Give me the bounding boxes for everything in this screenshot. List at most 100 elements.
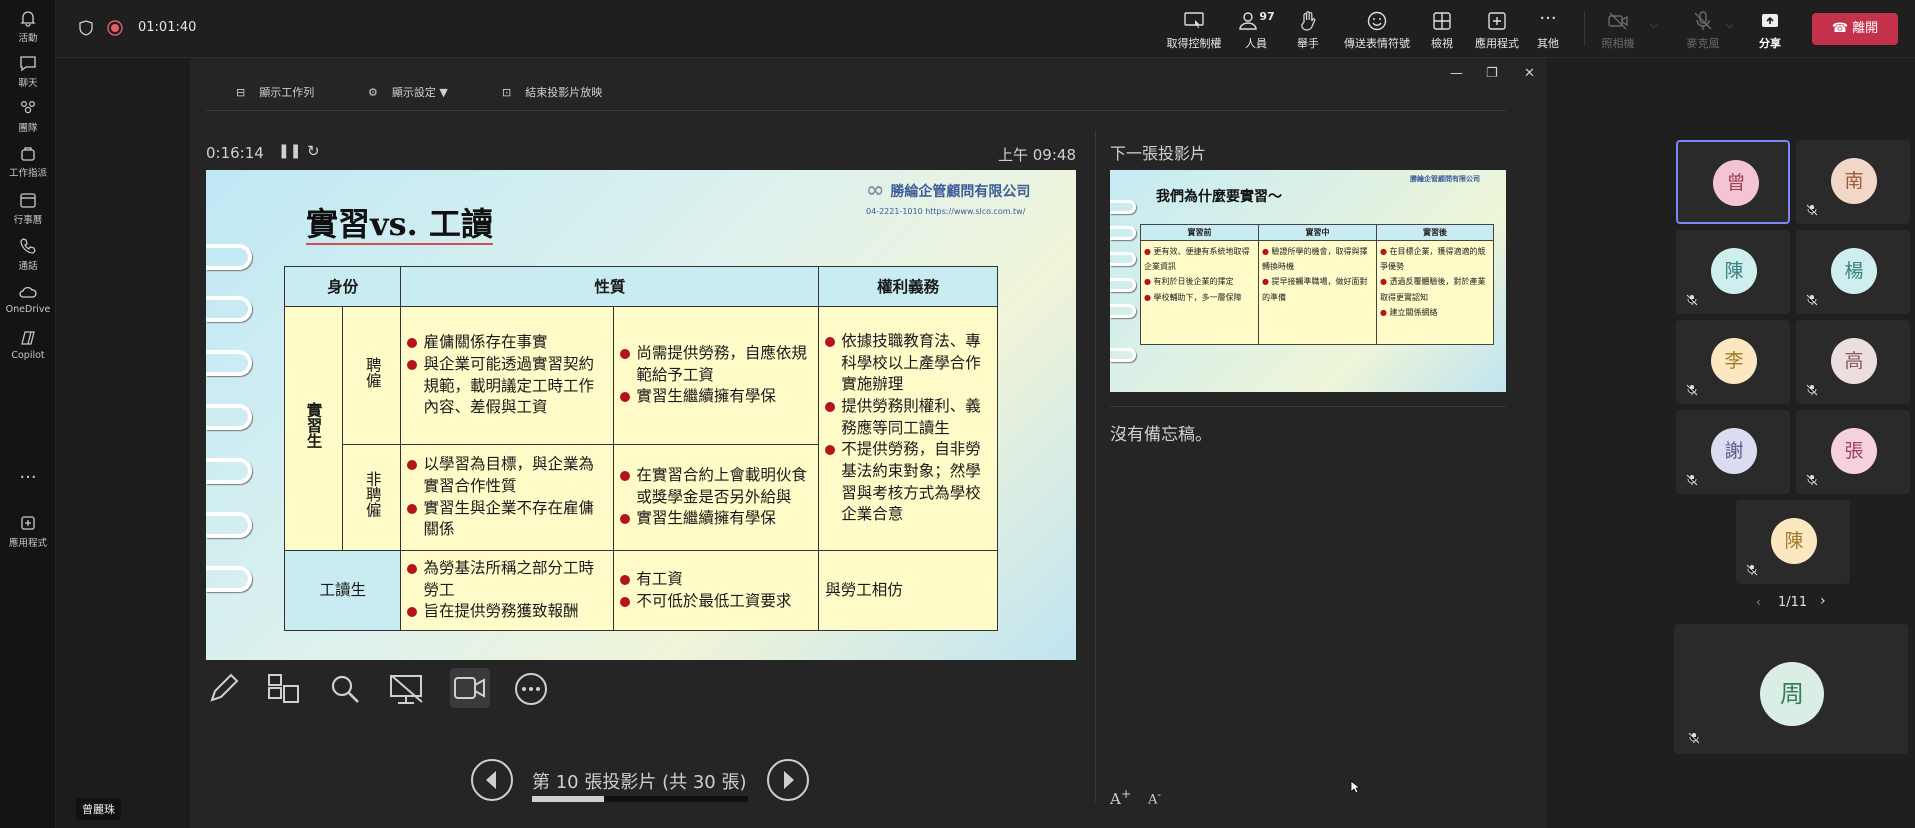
restore-icon[interactable]: ❐	[1486, 66, 1498, 81]
rail-teams[interactable]: 團隊	[0, 98, 56, 134]
notebook-ring	[1110, 304, 1136, 318]
shield-icon[interactable]	[78, 20, 94, 36]
rail-calls[interactable]: 通話	[0, 236, 56, 272]
notebook-ring	[1110, 278, 1136, 292]
meeting-toolbar: 01:01:40 取得控制權 97 人員 舉手 傳送表情符號 檢視 應用程式 ··…	[56, 0, 1915, 58]
next-slide-label: 下一張投影片	[1110, 144, 1207, 163]
list-item: 不可低於最低工資要求	[620, 591, 812, 613]
apps-button[interactable]: 應用程式	[1466, 10, 1528, 51]
people-count: 97	[1259, 10, 1275, 23]
chevron-left-icon[interactable]: ‹	[1756, 595, 1761, 609]
decrease-font-icon[interactable]: A-	[1148, 788, 1161, 807]
rail-chat[interactable]: 聊天	[0, 53, 56, 89]
chevron-right-icon[interactable]: ›	[1820, 593, 1826, 609]
people-icon	[1239, 12, 1258, 30]
avatar: 李	[1711, 338, 1757, 384]
mic-off-icon	[1694, 11, 1712, 30]
participant-tile[interactable]: 張	[1796, 410, 1910, 494]
participant-tile[interactable]: 曾	[1676, 140, 1790, 224]
company-logo: 勝綸企管顧問有限公司	[1410, 175, 1480, 183]
phone-icon	[20, 238, 36, 254]
chat-icon	[20, 56, 36, 72]
ellipsis-icon: ···	[1539, 8, 1557, 29]
screen-control-icon	[1184, 12, 1204, 28]
rail-onedrive[interactable]: OneDrive	[0, 282, 56, 315]
mic-button[interactable]: 麥克風	[1678, 10, 1728, 51]
participant-tile[interactable]: 李	[1676, 320, 1790, 404]
part-time-nature-a: 為勞基法所稱之部分工時勞工 旨在提供勞務獲致報酬	[400, 550, 615, 631]
pen-icon[interactable]	[206, 672, 240, 706]
part-time-cell: 工讀生	[283, 550, 402, 631]
slide-progress	[532, 796, 748, 802]
display-settings-button[interactable]: ⚙ 顯示設定 ▼	[368, 84, 448, 100]
avatar: 張	[1831, 428, 1877, 474]
people-button[interactable]: 97 人員	[1226, 10, 1286, 51]
mic-muted-icon	[1746, 564, 1758, 576]
participant-tile[interactable]: 南	[1796, 140, 1910, 224]
assignments-icon	[21, 147, 35, 161]
pause-icon[interactable]: ❚❚	[278, 143, 301, 159]
cloud-icon	[19, 286, 37, 298]
header-nature: 性質	[400, 266, 820, 307]
all-slides-icon[interactable]	[266, 672, 302, 706]
meeting-timer: 01:01:40	[138, 20, 197, 35]
bell-icon	[20, 11, 36, 27]
increase-font-icon[interactable]: A+	[1110, 786, 1131, 808]
notebook-ring	[206, 404, 252, 430]
leave-button[interactable]: ☎ 離開	[1812, 13, 1898, 45]
company-logo: ∞ 勝綸企管顧問有限公司 04-2221-1010 https://www.slc…	[866, 178, 1031, 216]
hired-nature-b: 尚需提供勞務，自應依規範給予工資 實習生繼續擁有學保	[613, 306, 820, 445]
take-control-button[interactable]: 取得控制權	[1158, 10, 1230, 51]
list-item: 實習生繼續擁有學保	[620, 386, 812, 408]
camera-button[interactable]: 照相機	[1596, 10, 1640, 51]
show-taskbar-button[interactable]: ⊟ 顯示工作列	[236, 84, 314, 100]
rail-apps[interactable]: 應用程式	[0, 513, 56, 549]
rail-calendar[interactable]: 行事曆	[0, 190, 56, 226]
participant-tile[interactable]: 陳	[1676, 230, 1790, 314]
avatar: 楊	[1831, 248, 1877, 294]
mic-muted-icon	[1688, 732, 1700, 744]
restart-timer-icon[interactable]: ↻	[307, 142, 320, 160]
more-options-button[interactable]: ··· 其他	[1530, 10, 1566, 51]
pane-divider[interactable]	[1095, 130, 1096, 802]
previous-slide-icon[interactable]	[470, 758, 514, 802]
rail-copilot[interactable]: Copilot	[0, 328, 56, 361]
list-item: 實習生繼續擁有學保	[620, 508, 812, 530]
list-item: 依據技職教育法、專科學校以上產學合作實施辦理	[825, 331, 991, 396]
rail-more[interactable]: ...	[0, 462, 56, 483]
share-button[interactable]: 分享	[1748, 10, 1792, 51]
notebook-ring	[206, 350, 252, 376]
more-tools-icon[interactable]	[514, 672, 548, 706]
participant-tile[interactable]: 楊	[1796, 230, 1910, 314]
rail-activity[interactable]: 活動	[0, 8, 56, 44]
view-button[interactable]: 檢視	[1424, 10, 1460, 51]
avatar: 曾	[1713, 160, 1759, 206]
mic-chevron-down-icon[interactable]: ⌵	[1726, 20, 1734, 31]
rail-assignments[interactable]: 工作指派	[0, 143, 56, 179]
toolbar-divider	[1584, 12, 1585, 46]
list-item: 提供勞務則權利、義務應等同工讀生	[825, 396, 991, 439]
minimize-icon[interactable]: —	[1450, 66, 1463, 81]
participant-tile[interactable]: 謝	[1676, 410, 1790, 494]
zoom-icon[interactable]	[328, 672, 362, 706]
speaker-notes[interactable]: 沒有備忘稿。	[1110, 420, 1212, 445]
black-screen-icon[interactable]	[388, 672, 426, 706]
next-slide-preview[interactable]: 我們為什麼要實習～ 勝綸企管顧問有限公司 實習前 實習中 實習後 ● 更有效、便…	[1110, 170, 1506, 392]
hired-nature-a: 雇傭關係存在事實 與企業可能透過實習契約規範，載明議定工時工作內容、差假與工資	[400, 306, 615, 445]
notebook-ring	[1110, 226, 1136, 240]
participant-tile[interactable]: 陳	[1736, 500, 1850, 584]
notebook-ring	[206, 296, 252, 322]
participant-tile[interactable]: 高	[1796, 320, 1910, 404]
list-item: 旨在提供勞務獲致報酬	[407, 601, 607, 623]
list-item: ● 在目標企業，獲得適適的競爭優勢	[1380, 247, 1486, 272]
camera-chevron-down-icon[interactable]: ⌵	[1650, 20, 1658, 31]
comparison-table: 身份 性質 權利義務 實習生 聘僱 雇傭關係存在事實 與企業可能透過實習契約規範…	[283, 266, 998, 631]
end-slideshow-button[interactable]: ⊡ 結束投影片放映	[502, 84, 602, 100]
next-slide-icon[interactable]	[766, 758, 810, 802]
close-icon[interactable]: ✕	[1524, 66, 1535, 81]
self-video-tile[interactable]: 周	[1674, 624, 1908, 754]
react-button[interactable]: 傳送表情符號	[1334, 10, 1420, 51]
raise-hand-button[interactable]: 舉手	[1286, 10, 1330, 51]
camera-toggle-button[interactable]	[450, 668, 490, 708]
list-item: ● 更有效、便捷有系統地取得企業資訊	[1144, 247, 1250, 272]
